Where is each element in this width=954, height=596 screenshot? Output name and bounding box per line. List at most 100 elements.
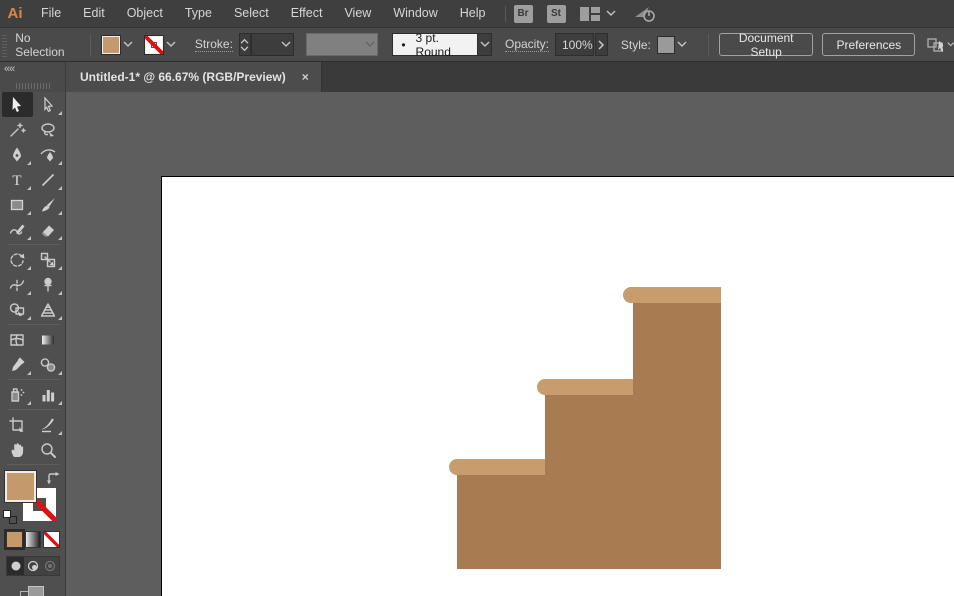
selection-arrow-icon bbox=[8, 96, 26, 114]
menu-type[interactable]: Type bbox=[174, 0, 223, 27]
menu-window[interactable]: Window bbox=[382, 0, 448, 27]
mesh-icon bbox=[8, 331, 26, 349]
scale-tool[interactable] bbox=[33, 247, 64, 272]
menu-view[interactable]: View bbox=[333, 0, 382, 27]
stock-button[interactable]: St bbox=[547, 5, 566, 23]
selection-tool[interactable] bbox=[2, 92, 33, 117]
stair-tread-3[interactable] bbox=[623, 287, 721, 303]
shape-builder-tool[interactable] bbox=[2, 297, 33, 322]
color-mode-buttons bbox=[0, 527, 65, 550]
symbol-sprayer-tool[interactable] bbox=[2, 382, 33, 407]
toolbar-separator bbox=[7, 464, 59, 465]
stroke-panel-link[interactable]: Stroke: bbox=[195, 37, 233, 52]
menu-effect[interactable]: Effect bbox=[280, 0, 334, 27]
lasso-tool[interactable] bbox=[33, 117, 64, 142]
rectangle-tool[interactable] bbox=[2, 192, 33, 217]
blend-tool[interactable] bbox=[33, 352, 64, 377]
stroke-none-swatch[interactable] bbox=[144, 35, 164, 55]
stroke-weight-dropdown[interactable] bbox=[251, 33, 295, 56]
shaper-tool[interactable] bbox=[2, 217, 33, 242]
menu-help[interactable]: Help bbox=[449, 0, 497, 27]
draw-inside-button[interactable] bbox=[42, 557, 59, 575]
document-tab[interactable]: Untitled-1* @ 66.67% (RGB/Preview) × bbox=[66, 62, 322, 92]
stroke-weight-stepper[interactable] bbox=[239, 33, 251, 56]
tools-panel: T bbox=[0, 92, 66, 596]
opacity-input[interactable]: 100% bbox=[555, 33, 594, 56]
chevron-down-icon bbox=[166, 41, 176, 48]
stair-tread-2[interactable] bbox=[537, 379, 633, 395]
direct-selection-tool[interactable] bbox=[33, 92, 64, 117]
hand-tool[interactable] bbox=[2, 437, 33, 462]
slice-tool[interactable] bbox=[33, 412, 64, 437]
stair-body-2[interactable] bbox=[545, 395, 633, 569]
line-segment-tool[interactable] bbox=[33, 167, 64, 192]
menu-file[interactable]: File bbox=[30, 0, 72, 27]
brush-preview-dot: • bbox=[401, 38, 405, 52]
perspective-grid-tool[interactable] bbox=[33, 297, 64, 322]
lasso-icon bbox=[39, 121, 57, 139]
eyedropper-tool[interactable] bbox=[2, 352, 33, 377]
menu-select[interactable]: Select bbox=[223, 0, 280, 27]
zoom-tool[interactable] bbox=[33, 437, 64, 462]
artboard-icon bbox=[8, 416, 26, 434]
gpu-performance-icon[interactable] bbox=[634, 5, 658, 23]
fill-color-dropdown[interactable] bbox=[101, 33, 136, 57]
pen-tool[interactable] bbox=[2, 142, 33, 167]
stair-tread-1[interactable] bbox=[449, 459, 545, 475]
opacity-expand-button[interactable] bbox=[595, 33, 608, 56]
panel-collapse-button[interactable]: «« bbox=[4, 63, 14, 75]
eraser-tool[interactable] bbox=[33, 217, 64, 242]
variable-width-profile-dropdown[interactable] bbox=[306, 33, 378, 56]
stroke-color-dropdown[interactable] bbox=[144, 33, 179, 57]
swap-fill-stroke-icon[interactable] bbox=[46, 471, 60, 485]
artboard[interactable] bbox=[161, 176, 954, 596]
scale-icon bbox=[39, 251, 57, 269]
menubar-separator bbox=[505, 6, 506, 22]
paintbrush-tool[interactable] bbox=[33, 192, 64, 217]
gradient-tool[interactable] bbox=[33, 327, 64, 352]
workspace-switcher[interactable] bbox=[580, 7, 616, 21]
bridge-button[interactable]: Br bbox=[514, 5, 533, 23]
puppet-warp-tool[interactable] bbox=[33, 272, 64, 297]
none-button[interactable] bbox=[43, 531, 60, 548]
chevron-right-icon bbox=[598, 40, 605, 50]
opacity-panel-link[interactable]: Opacity: bbox=[505, 37, 549, 52]
style-label[interactable]: Style: bbox=[621, 38, 651, 52]
gradient-button[interactable] bbox=[25, 531, 42, 548]
brush-definition-field[interactable]: • 3 pt. Round bbox=[392, 33, 478, 56]
align-icon[interactable] bbox=[926, 37, 942, 53]
default-fill-stroke-icon[interactable] bbox=[3, 510, 19, 526]
menu-object[interactable]: Object bbox=[116, 0, 174, 27]
pasteboard[interactable] bbox=[66, 92, 954, 596]
magic-wand-tool[interactable] bbox=[2, 117, 33, 142]
artboard-tool[interactable] bbox=[2, 412, 33, 437]
chevron-down-icon[interactable] bbox=[947, 41, 954, 48]
column-graph-tool[interactable] bbox=[33, 382, 64, 407]
color-button[interactable] bbox=[6, 531, 23, 548]
magic-wand-icon bbox=[8, 121, 26, 139]
mesh-tool[interactable] bbox=[2, 327, 33, 352]
stair-body-1[interactable] bbox=[457, 475, 545, 569]
style-swatch[interactable] bbox=[657, 36, 675, 54]
type-tool[interactable]: T bbox=[2, 167, 33, 192]
draw-normal-button[interactable] bbox=[7, 557, 24, 575]
brush-dropdown-button[interactable] bbox=[478, 33, 492, 56]
style-dropdown[interactable] bbox=[657, 33, 690, 57]
stair-body-3[interactable] bbox=[633, 302, 721, 569]
width-icon bbox=[8, 276, 26, 294]
width-tool[interactable] bbox=[2, 272, 33, 297]
tab-close-icon[interactable]: × bbox=[302, 70, 309, 84]
draw-behind-button[interactable] bbox=[24, 557, 41, 575]
tools-panel-grip[interactable] bbox=[16, 83, 50, 89]
preferences-button[interactable]: Preferences bbox=[822, 33, 915, 56]
document-setup-button[interactable]: Document Setup bbox=[719, 33, 814, 56]
rotate-tool[interactable] bbox=[2, 247, 33, 272]
curvature-tool[interactable] bbox=[33, 142, 64, 167]
chevron-down-icon bbox=[480, 41, 490, 48]
illustrator-logo: Ai bbox=[0, 5, 30, 22]
menu-edit[interactable]: Edit bbox=[72, 0, 116, 27]
control-bar-grip[interactable] bbox=[2, 33, 7, 57]
fill-swatch[interactable] bbox=[101, 35, 121, 55]
screen-mode-button[interactable] bbox=[20, 586, 46, 596]
fill-color-indicator[interactable] bbox=[4, 470, 37, 503]
